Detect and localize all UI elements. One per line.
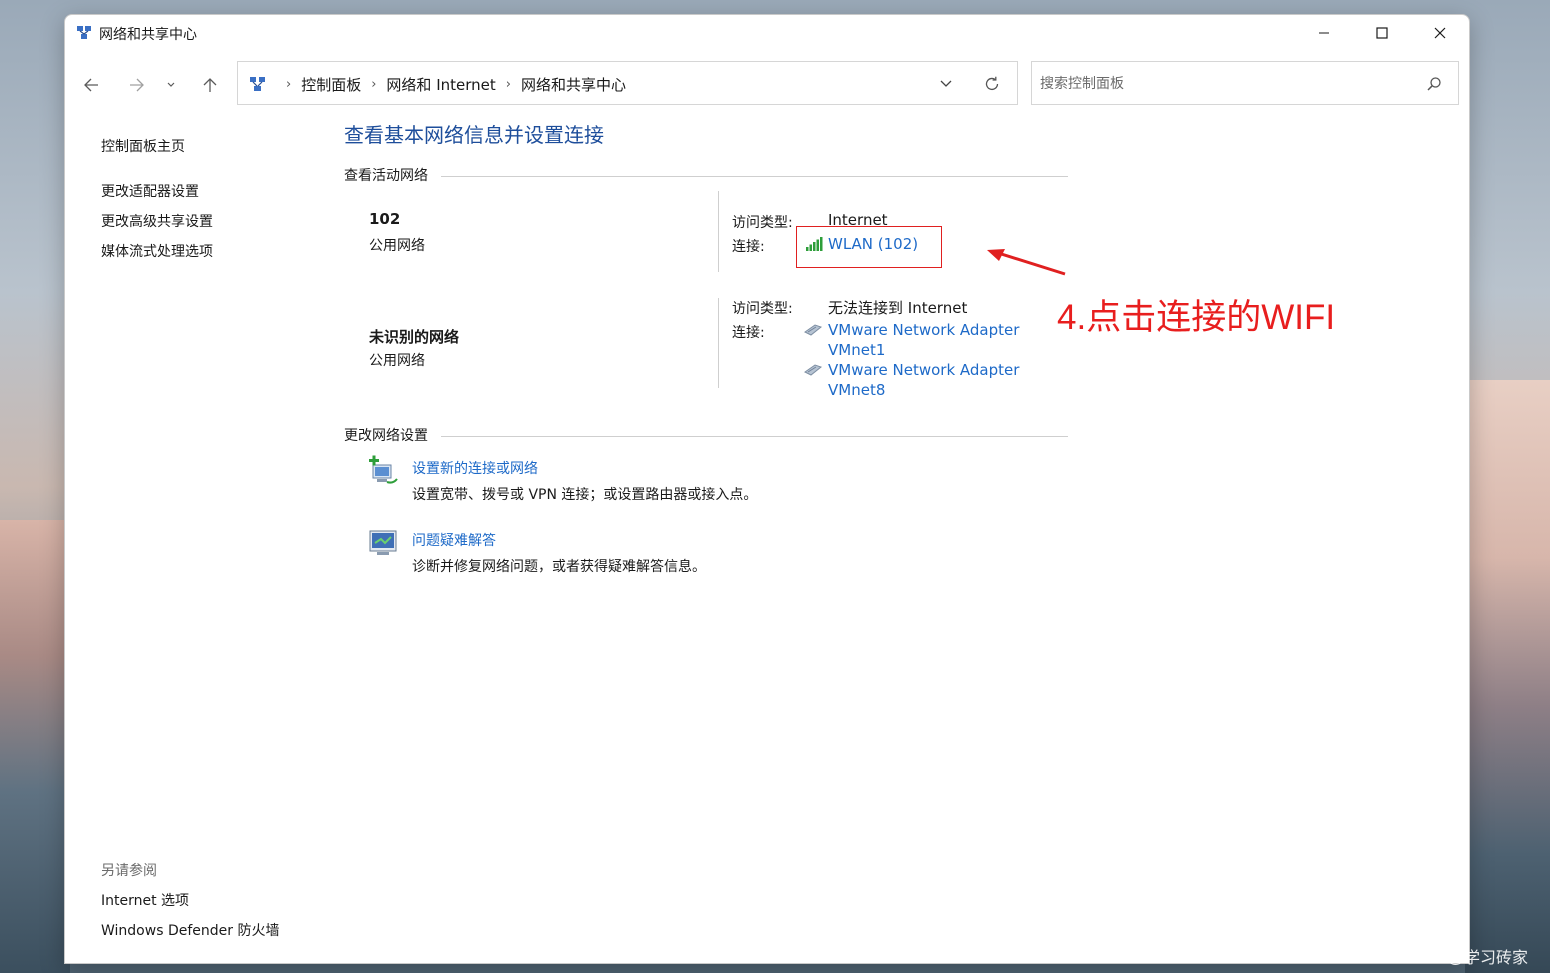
search-button[interactable]: [1424, 74, 1444, 94]
sidebar-item-control-panel-home[interactable]: 控制面板主页: [101, 136, 185, 156]
search-icon: [1427, 77, 1441, 91]
section-divider: [441, 176, 1068, 177]
desktop-wallpaper-right: [1465, 380, 1550, 973]
active-networks-header: 查看活动网络: [344, 168, 428, 184]
sidebar-item-adapter-settings[interactable]: 更改适配器设置: [101, 181, 199, 201]
network-type-link[interactable]: 公用网络: [369, 235, 425, 255]
breadcrumb-control-panel[interactable]: 控制面板: [301, 74, 361, 95]
maximize-button[interactable]: [1353, 15, 1411, 51]
see-also-label: 另请参阅: [101, 863, 157, 879]
window-title: 网络和共享中心: [99, 27, 197, 43]
breadcrumb: › 控制面板 › 网络和 Internet › 网络和共享中心: [276, 74, 626, 95]
troubleshoot-icon: [369, 530, 397, 555]
setup-new-connection-desc: 设置宽带、拨号或 VPN 连接；或设置路由器或接入点。: [412, 487, 758, 503]
close-icon: [1434, 27, 1446, 39]
chevron-down-icon: [940, 80, 952, 87]
close-button[interactable]: [1411, 15, 1469, 51]
access-type-label: 访问类型:: [732, 301, 793, 317]
troubleshoot-link[interactable]: 问题疑难解答: [412, 530, 496, 550]
see-also-internet-options[interactable]: Internet 选项: [101, 890, 189, 910]
search-box[interactable]: [1031, 61, 1459, 105]
chevron-down-icon: [167, 82, 175, 87]
up-button[interactable]: [196, 71, 224, 99]
vmnet8-connection-link-line2[interactable]: VMnet8: [828, 381, 885, 399]
minimize-icon: [1319, 32, 1329, 34]
access-type-value: 无法连接到 Internet: [828, 299, 968, 317]
network-name: 未识别的网络: [369, 328, 460, 346]
new-connection-icon: [369, 455, 398, 484]
setup-new-connection-link[interactable]: 设置新的连接或网络: [412, 458, 538, 478]
chevron-right-icon: ›: [286, 77, 292, 92]
desktop-wallpaper-left: [0, 520, 70, 973]
network-type-link[interactable]: 公用网络: [369, 350, 425, 370]
network-adapter-icon: [804, 324, 823, 336]
annotation-text: 4.点击连接的WIFI: [1057, 298, 1336, 337]
watermark: CSDN @学习砖家: [1398, 950, 1529, 967]
vertical-divider: [718, 191, 719, 272]
breadcrumb-network-sharing-center[interactable]: 网络和共享中心: [521, 74, 626, 95]
recent-locations-button[interactable]: [161, 71, 181, 99]
troubleshoot-desc: 诊断并修复网络问题，或者获得疑难解答信息。: [412, 559, 706, 575]
sidebar-item-advanced-sharing[interactable]: 更改高级共享设置: [101, 211, 213, 231]
page-title: 查看基本网络信息并设置连接: [344, 123, 604, 147]
annotation-arrow-icon: [987, 249, 1066, 276]
minimize-button[interactable]: [1295, 15, 1353, 51]
refresh-icon: [985, 76, 999, 91]
network-center-icon: [77, 26, 91, 39]
chevron-right-icon: ›: [505, 77, 511, 92]
control-panel-icon: [250, 77, 265, 91]
forward-button[interactable]: [123, 71, 151, 99]
vertical-divider: [718, 298, 719, 388]
refresh-button[interactable]: [980, 73, 1004, 95]
arrow-up-icon: [203, 78, 217, 92]
address-dropdown-button[interactable]: [934, 74, 958, 94]
title-bar: 网络和共享中心: [65, 15, 1469, 51]
connection-label: 连接:: [732, 325, 765, 341]
search-input[interactable]: [1040, 73, 1410, 95]
network-adapter-icon: [804, 364, 823, 376]
change-settings-header: 更改网络设置: [344, 428, 428, 444]
sidebar-item-media-streaming[interactable]: 媒体流式处理选项: [101, 241, 213, 261]
address-bar[interactable]: › 控制面板 › 网络和 Internet › 网络和共享中心: [237, 61, 1018, 105]
breadcrumb-network-internet[interactable]: 网络和 Internet: [386, 74, 495, 95]
back-button[interactable]: [77, 71, 105, 99]
annotation-highlight-box: [796, 226, 942, 268]
chevron-right-icon: ›: [371, 77, 377, 92]
see-also-defender-firewall[interactable]: Windows Defender 防火墙: [101, 920, 279, 940]
vmnet1-connection-link-line2[interactable]: VMnet1: [828, 341, 885, 359]
vmnet1-connection-link[interactable]: VMware Network Adapter: [828, 321, 1019, 339]
arrow-right-icon: [130, 78, 144, 92]
connection-label: 连接:: [732, 239, 765, 255]
section-divider: [441, 436, 1068, 437]
network-sharing-center-window: 网络和共享中心 › 控制面板 › 网络和 Internet › 网络和共享中心 …: [64, 14, 1470, 964]
maximize-icon: [1376, 27, 1388, 39]
vmnet8-connection-link[interactable]: VMware Network Adapter: [828, 361, 1019, 379]
network-name: 102: [369, 210, 401, 228]
access-type-label: 访问类型:: [732, 215, 793, 231]
arrow-left-icon: [84, 78, 98, 92]
